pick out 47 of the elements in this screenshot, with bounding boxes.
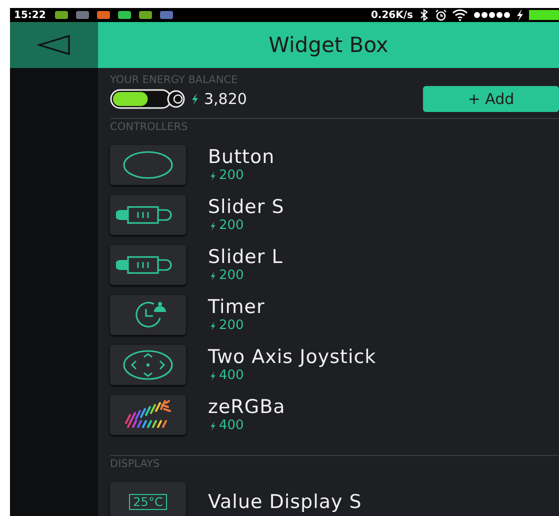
signal-icon xyxy=(473,11,511,19)
add-button[interactable]: + Add xyxy=(423,86,559,112)
widget-tile[interactable] xyxy=(110,295,186,335)
lightning-icon xyxy=(210,171,216,181)
charging-icon xyxy=(516,9,524,21)
widget-price: 200 xyxy=(219,318,244,334)
back-icon xyxy=(37,34,71,56)
widget-price: 200 xyxy=(219,218,244,234)
section-label: DISPLAYS xyxy=(110,458,161,470)
widget-name: zeRGBa xyxy=(208,396,286,418)
battery-icon xyxy=(529,10,559,20)
widget-name: Value Display S xyxy=(208,491,362,513)
energy-amount: 3,820 xyxy=(204,90,247,108)
widget-price: 400 xyxy=(219,368,244,384)
back-button[interactable] xyxy=(10,22,98,68)
widget-tile[interactable] xyxy=(110,195,186,235)
widget-price: 200 xyxy=(219,268,244,284)
lightning-icon xyxy=(210,221,216,231)
joystick-icon xyxy=(122,349,174,381)
widget-tile[interactable] xyxy=(110,145,186,185)
widget-tile[interactable]: 25°C xyxy=(110,482,186,516)
alarm-icon xyxy=(435,9,447,21)
battery-level-icon xyxy=(110,89,186,109)
bluetooth-icon xyxy=(418,9,430,21)
lightning-icon xyxy=(210,421,216,431)
widget-name: Slider L xyxy=(208,246,283,268)
value-display-icon: 25°C xyxy=(129,494,167,510)
widget-tile[interactable] xyxy=(110,395,186,435)
widget-name: Slider S xyxy=(208,196,284,218)
lightning-icon xyxy=(191,93,199,105)
lightning-icon xyxy=(210,271,216,281)
widget-price: 400 xyxy=(219,418,244,434)
status-time: 15:22 xyxy=(14,10,46,20)
network-speed: 0.26K/s xyxy=(370,10,413,20)
lightning-icon xyxy=(210,371,216,381)
section-label: YOUR ENERGY BALANCE xyxy=(110,74,239,86)
widget-name: Button xyxy=(208,146,275,168)
section-label: CONTROLLERS xyxy=(110,121,189,133)
widget-price: 200 xyxy=(219,168,244,184)
wifi-icon xyxy=(452,9,468,21)
ellipse-icon xyxy=(122,150,174,180)
widget-tile[interactable] xyxy=(110,245,186,285)
widget-tile[interactable] xyxy=(110,345,186,385)
widget-name: Two Axis Joystick xyxy=(208,346,376,368)
header-title: Widget Box xyxy=(268,33,388,57)
lightning-icon xyxy=(210,321,216,331)
widget-name: Timer xyxy=(208,296,265,318)
